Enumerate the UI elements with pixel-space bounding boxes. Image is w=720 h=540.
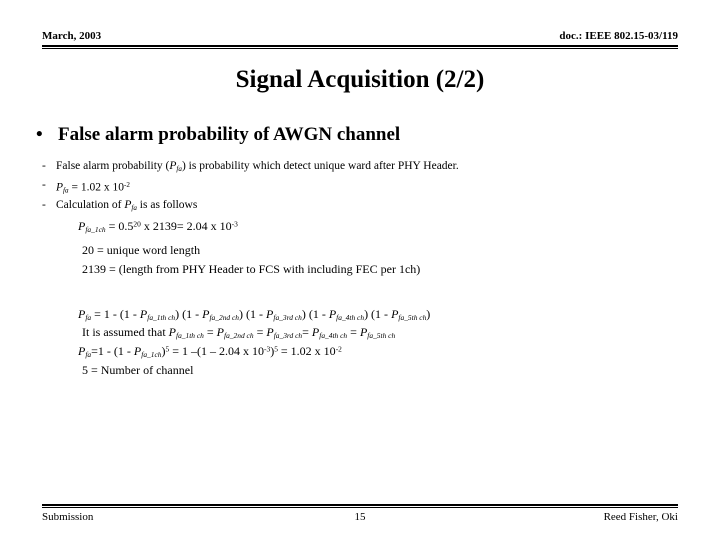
- footer-author: Reed Fisher, Oki: [603, 511, 678, 523]
- header-doc-number: doc.: IEEE 802.15-03/119: [559, 30, 678, 42]
- bullet-level1: • False alarm probability of AWGN channel: [36, 124, 400, 146]
- slide: March, 2003 doc.: IEEE 802.15-03/119 Sig…: [0, 0, 720, 540]
- equation-number-of-channel: 5 = Number of channel: [82, 363, 194, 377]
- header-date: March, 2003: [42, 30, 102, 42]
- bullet-level1-text: False alarm probability of AWGN channel: [58, 124, 401, 145]
- equation-unique-word-length: 20 = unique word length: [82, 243, 201, 257]
- dash-marker-3: -: [42, 199, 46, 211]
- sub-bullet-2: Pfa = 1.02 x 10-2: [56, 181, 130, 195]
- header-rule-thick: [42, 45, 678, 47]
- footer-rule-thin: [42, 507, 678, 508]
- footer-rule-thick: [42, 504, 678, 506]
- equation-pfa-result: Pfa=1 - (1 - Pfa_1ch)5 = 1 –(1 – 2.04 x …: [78, 344, 342, 359]
- slide-footer: Submission 15 Reed Fisher, Oki: [42, 511, 678, 527]
- header-rule-thin: [42, 48, 678, 49]
- slide-title: Signal Acquisition (2/2): [235, 66, 485, 93]
- equation-frame-length: 2139 = (length from PHY Header to FCS wi…: [82, 262, 421, 276]
- sub-bullet-1: False alarm probability (Pfa) is probabi…: [56, 160, 459, 173]
- equation-assumption: It is assumed that Pfa_1th ch = Pfa_2nd …: [82, 325, 396, 340]
- equation-pfa-1ch: Pfa_1ch = 0.520 x 2139= 2.04 x 10-3: [78, 219, 238, 234]
- sub-bullet-3: Calculation of Pfa is as follows: [56, 199, 198, 212]
- bullet-dot-icon: •: [36, 124, 43, 145]
- dash-marker-2: -: [42, 179, 46, 191]
- footer-page-number: 15: [354, 511, 366, 523]
- dash-marker-1: -: [42, 160, 46, 172]
- equation-pfa-product: Pfa = 1 - (1 - Pfa_1th ch) (1 - Pfa_2nd …: [78, 307, 431, 322]
